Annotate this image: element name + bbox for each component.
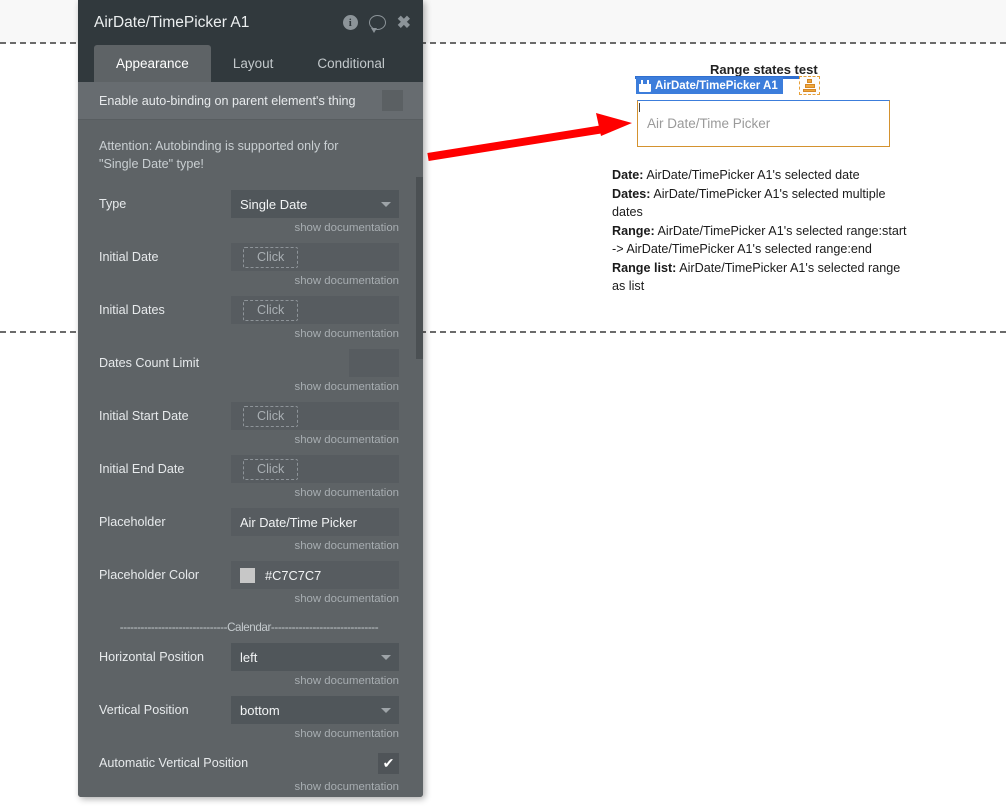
vertical-position-select[interactable]: bottom — [231, 696, 399, 724]
initial-start-date-click-chip: Click — [243, 405, 299, 427]
state-label-dates: Dates: — [612, 186, 651, 201]
show-documentation-link[interactable]: show documentation — [99, 728, 399, 740]
attention-note: Attention: Autobinding is supported only… — [99, 139, 339, 171]
property-row-initial-start-date: Initial Start Date Click show documentat… — [78, 402, 423, 446]
property-row-placeholder-color: Placeholder Color #C7C7C7 show documenta… — [78, 561, 423, 605]
property-label-initial-start-date: Initial Start Date — [99, 409, 189, 423]
state-line-dates: Dates: AirDate/TimePicker A1's selected … — [612, 185, 910, 222]
placeholder-color-value: #C7C7C7 — [265, 567, 322, 583]
color-swatch — [240, 567, 255, 583]
show-documentation-link[interactable]: show documentation — [99, 540, 399, 552]
panel-header: AirDate/TimePicker A1 i ✖ — [78, 0, 423, 45]
chevron-down-icon — [381, 707, 391, 713]
show-documentation-link[interactable]: show documentation — [99, 381, 399, 393]
stack-layers-icon — [803, 79, 816, 92]
panel-tabs: Appearance Layout Conditional — [78, 45, 423, 82]
date-time-picker-placeholder: Air Date/Time Picker — [647, 116, 771, 131]
autobinding-label: Enable auto-binding on parent element's … — [99, 93, 356, 108]
initial-end-date-click-field[interactable]: Click — [231, 455, 399, 483]
autobinding-checkbox[interactable] — [382, 90, 403, 111]
placeholder-input[interactable]: Air Date/Time Picker — [231, 508, 399, 536]
show-documentation-link[interactable]: show documentation — [99, 781, 399, 793]
tab-layout[interactable]: Layout — [211, 45, 296, 82]
state-line-range-list: Range list: AirDate/TimePicker A1's sele… — [612, 259, 910, 296]
horizontal-position-select[interactable]: left — [231, 643, 399, 671]
automatic-vertical-position-checkbox[interactable]: ✔ — [378, 752, 399, 774]
property-label-type: Type — [99, 197, 127, 211]
show-documentation-link[interactable]: show documentation — [99, 593, 399, 605]
calendar-section-divider: -------------------------------Calendar-… — [119, 621, 379, 634]
property-row-initial-end-date: Initial End Date Click show documentatio… — [78, 455, 423, 499]
chevron-down-icon — [381, 654, 391, 660]
property-label-horizontal-position: Horizontal Position — [99, 650, 204, 664]
group-title: Range states test — [710, 62, 818, 77]
states-text-block: Date: AirDate/TimePicker A1's selected d… — [612, 166, 910, 296]
panel-body: Enable auto-binding on parent element's … — [78, 82, 423, 797]
type-select-value: Single Date — [240, 196, 308, 212]
info-icon[interactable]: i — [342, 15, 358, 30]
close-icon[interactable]: ✖ — [397, 14, 411, 31]
state-value-dates: AirDate/TimePicker A1's selected multipl… — [612, 186, 886, 220]
autobinding-row: Enable auto-binding on parent element's … — [78, 82, 423, 120]
dates-count-limit-input[interactable] — [349, 349, 399, 377]
property-label-initial-dates: Initial Dates — [99, 303, 165, 317]
property-label-dates-count-limit: Dates Count Limit — [99, 356, 200, 370]
property-label-placeholder: Placeholder — [99, 515, 166, 529]
text-caret — [639, 103, 640, 112]
property-row-type: Type Single Date show documentation — [78, 190, 423, 234]
show-documentation-link[interactable]: show documentation — [99, 487, 399, 499]
property-row-placeholder: Placeholder Air Date/Time Picker show do… — [78, 508, 423, 552]
show-documentation-link[interactable]: show documentation — [99, 275, 399, 287]
initial-date-click-field[interactable]: Click — [231, 243, 399, 271]
state-label-range-list: Range list: — [612, 260, 677, 275]
initial-start-date-click-field[interactable]: Click — [231, 402, 399, 430]
property-row-initial-dates: Initial Dates Click show documentation — [78, 296, 423, 340]
property-label-initial-end-date: Initial End Date — [99, 462, 185, 476]
property-row-dates-count-limit: Dates Count Limit show documentation — [78, 349, 423, 393]
comment-icon[interactable] — [368, 15, 386, 33]
chevron-down-icon — [381, 201, 391, 207]
panel-scrollbar-track[interactable] — [416, 82, 423, 797]
state-value-date: AirDate/TimePicker A1's selected date — [646, 168, 860, 182]
property-editor-panel: AirDate/TimePicker A1 i ✖ Appearance Lay… — [78, 0, 423, 797]
calendar-icon — [639, 79, 651, 92]
panel-scrollbar-thumb[interactable] — [416, 177, 423, 359]
property-label-automatic-vertical-position: Automatic Vertical Position — [99, 756, 249, 770]
initial-dates-click-chip: Click — [243, 299, 299, 321]
red-arrow-annotation — [427, 113, 632, 161]
property-row-automatic-vertical-position: Automatic Vertical Position ✔ show docum… — [78, 749, 423, 793]
property-label-vertical-position: Vertical Position — [99, 703, 189, 717]
show-documentation-link[interactable]: show documentation — [99, 222, 399, 234]
panel-title: AirDate/TimePicker A1 — [94, 13, 250, 31]
date-time-picker-input[interactable]: Air Date/Time Picker — [637, 100, 890, 147]
state-value-range: AirDate/TimePicker A1's selected range:s… — [612, 223, 907, 257]
tab-conditional[interactable]: Conditional — [295, 45, 407, 82]
initial-end-date-click-chip: Click — [243, 458, 299, 480]
stack-layers-icon-button[interactable] — [799, 76, 820, 95]
placeholder-color-field[interactable]: #C7C7C7 — [231, 561, 399, 589]
initial-dates-click-field[interactable]: Click — [231, 296, 399, 324]
show-documentation-link[interactable]: show documentation — [99, 328, 399, 340]
property-row-horizontal-position: Horizontal Position left show documentat… — [78, 643, 423, 687]
state-line-date: Date: AirDate/TimePicker A1's selected d… — [612, 166, 910, 185]
show-documentation-link[interactable]: show documentation — [99, 675, 399, 687]
vertical-position-value: bottom — [240, 702, 280, 718]
show-documentation-link[interactable]: show documentation — [99, 434, 399, 446]
property-row-vertical-position: Vertical Position bottom show documentat… — [78, 696, 423, 740]
initial-date-click-chip: Click — [243, 246, 299, 268]
state-line-range: Range: AirDate/TimePicker A1's selected … — [612, 222, 910, 259]
element-badge-label: AirDate/TimePicker A1 — [655, 79, 778, 92]
state-label-range: Range: — [612, 223, 655, 238]
horizontal-position-value: left — [240, 649, 258, 665]
panel-header-icons: i ✖ — [342, 14, 411, 33]
property-row-initial-date: Initial Date Click show documentation — [78, 243, 423, 287]
state-label-date: Date: — [612, 168, 644, 182]
tab-appearance[interactable]: Appearance — [94, 45, 211, 82]
property-label-initial-date: Initial Date — [99, 250, 159, 264]
property-label-placeholder-color: Placeholder Color — [99, 568, 200, 582]
element-name-badge[interactable]: AirDate/TimePicker A1 — [636, 77, 783, 94]
type-select[interactable]: Single Date — [231, 190, 399, 218]
